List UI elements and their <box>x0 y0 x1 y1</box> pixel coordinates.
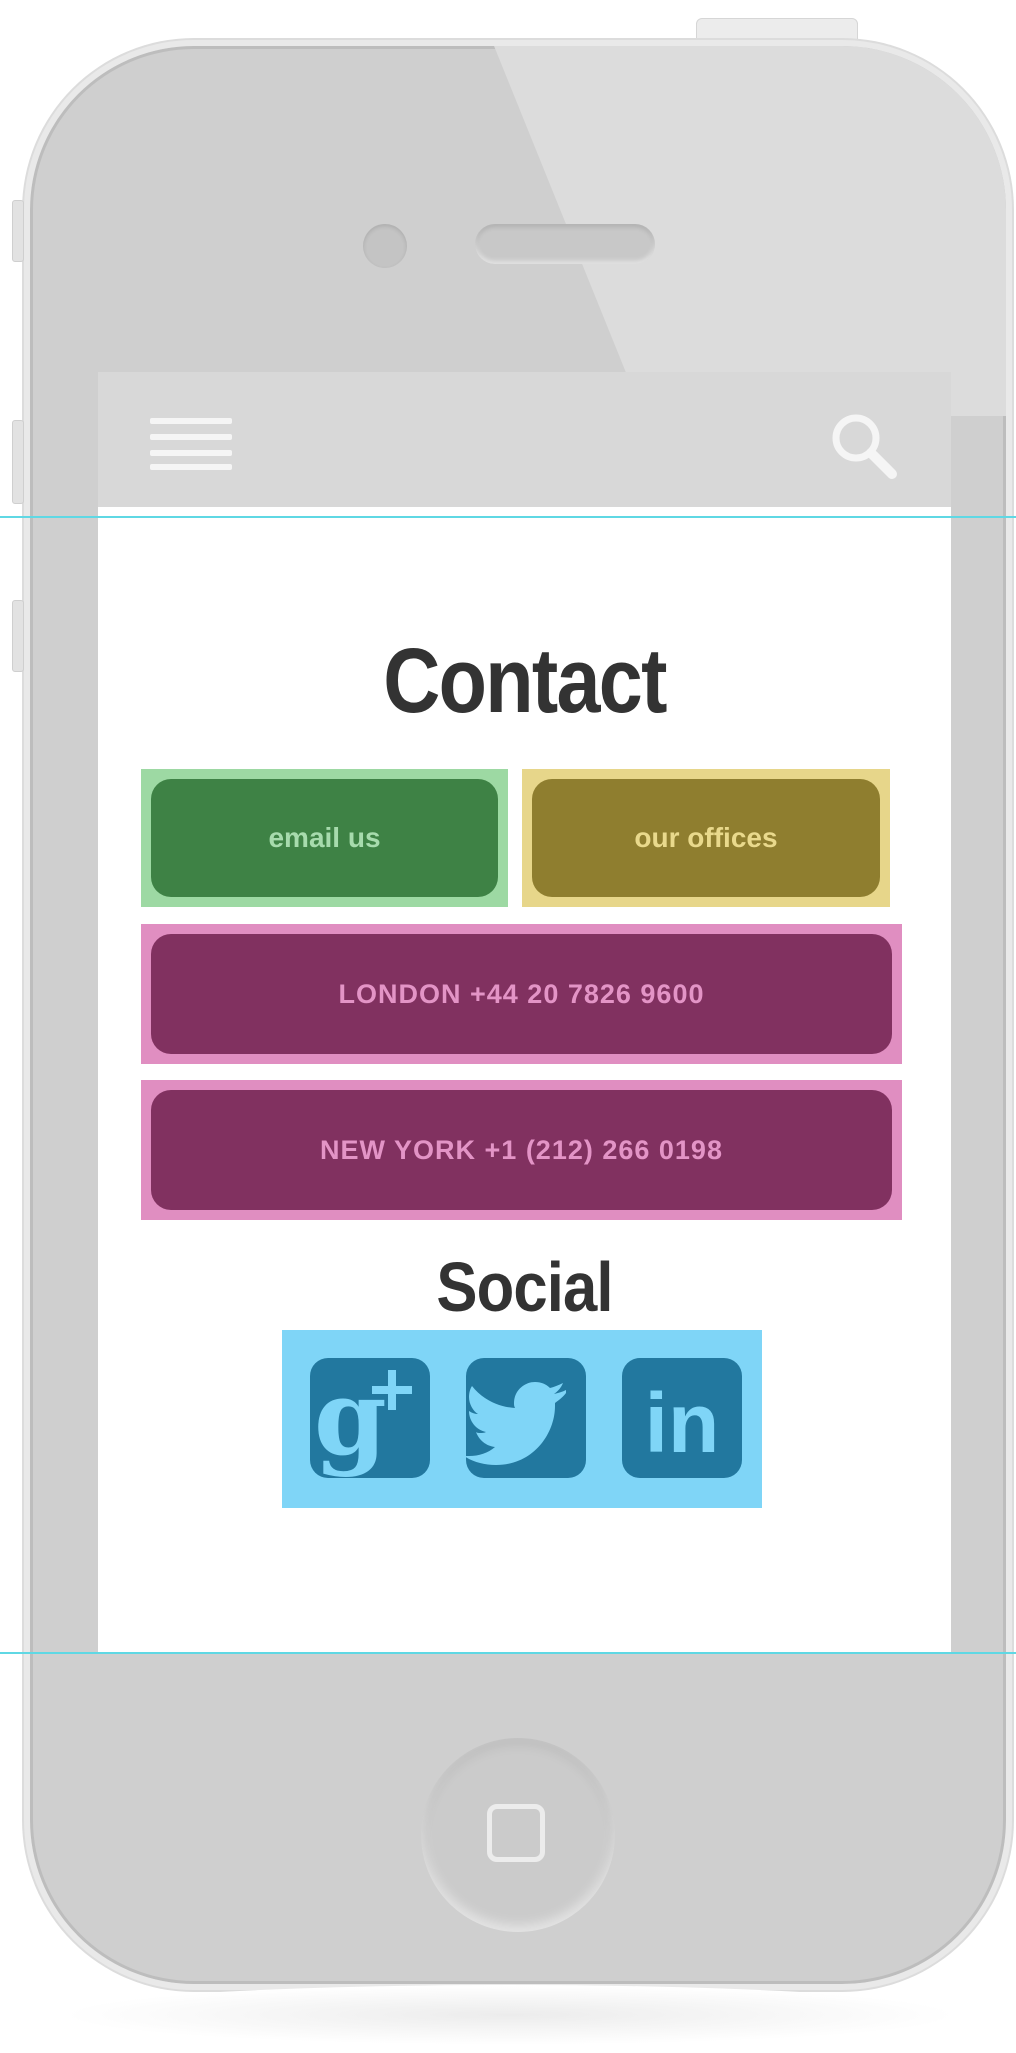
mockup-stage: Contact email us our offices LONDON +44 … <box>0 0 1016 2053</box>
top-navbar <box>98 372 951 507</box>
power-button <box>696 18 858 42</box>
linkedin-icon[interactable]: in <box>622 1358 742 1478</box>
twitter-icon[interactable] <box>466 1358 586 1478</box>
front-camera <box>363 224 407 268</box>
menu-bar-line <box>150 464 232 470</box>
menu-bar-line <box>150 450 232 456</box>
social-icons-container: g in <box>282 1330 762 1508</box>
menu-bar-line <box>150 418 232 424</box>
our-offices-button[interactable]: our offices <box>532 779 880 897</box>
linkedin-glyph: in <box>645 1376 720 1470</box>
hamburger-menu-icon[interactable] <box>150 418 232 470</box>
london-phone-button[interactable]: LONDON +44 20 7826 9600 <box>151 934 892 1054</box>
offices-button-container: our offices <box>522 769 890 907</box>
earpiece-speaker <box>475 224 655 264</box>
phone-shadow <box>60 1985 960 2045</box>
newyork-phone-button[interactable]: NEW YORK +1 (212) 266 0198 <box>151 1090 892 1210</box>
volume-up-button <box>12 420 24 504</box>
email-button-container: email us <box>141 769 508 907</box>
phone-screen: Contact email us our offices LONDON +44 … <box>98 372 951 1652</box>
guide-line-bottom <box>0 1652 1016 1654</box>
volume-down-button <box>12 600 24 672</box>
guide-line-top <box>0 516 1016 518</box>
twitter-bird-glyph <box>466 1382 566 1465</box>
svg-text:in: in <box>645 1376 720 1470</box>
home-button[interactable] <box>421 1738 615 1932</box>
newyork-phone-container: NEW YORK +1 (212) 266 0198 <box>141 1080 902 1220</box>
search-icon[interactable] <box>826 408 902 484</box>
london-phone-container: LONDON +44 20 7826 9600 <box>141 924 902 1064</box>
home-square-icon <box>487 1804 545 1862</box>
google-plus-icon[interactable]: g <box>310 1358 430 1478</box>
email-us-button[interactable]: email us <box>151 779 498 897</box>
contact-heading: Contact <box>383 630 667 732</box>
menu-bar-line <box>150 434 232 440</box>
svg-text:g: g <box>314 1358 387 1478</box>
mute-switch <box>12 200 24 262</box>
google-plus-glyph: g <box>314 1358 412 1478</box>
social-heading: Social <box>436 1248 613 1326</box>
search-icon-graphic <box>832 414 897 479</box>
